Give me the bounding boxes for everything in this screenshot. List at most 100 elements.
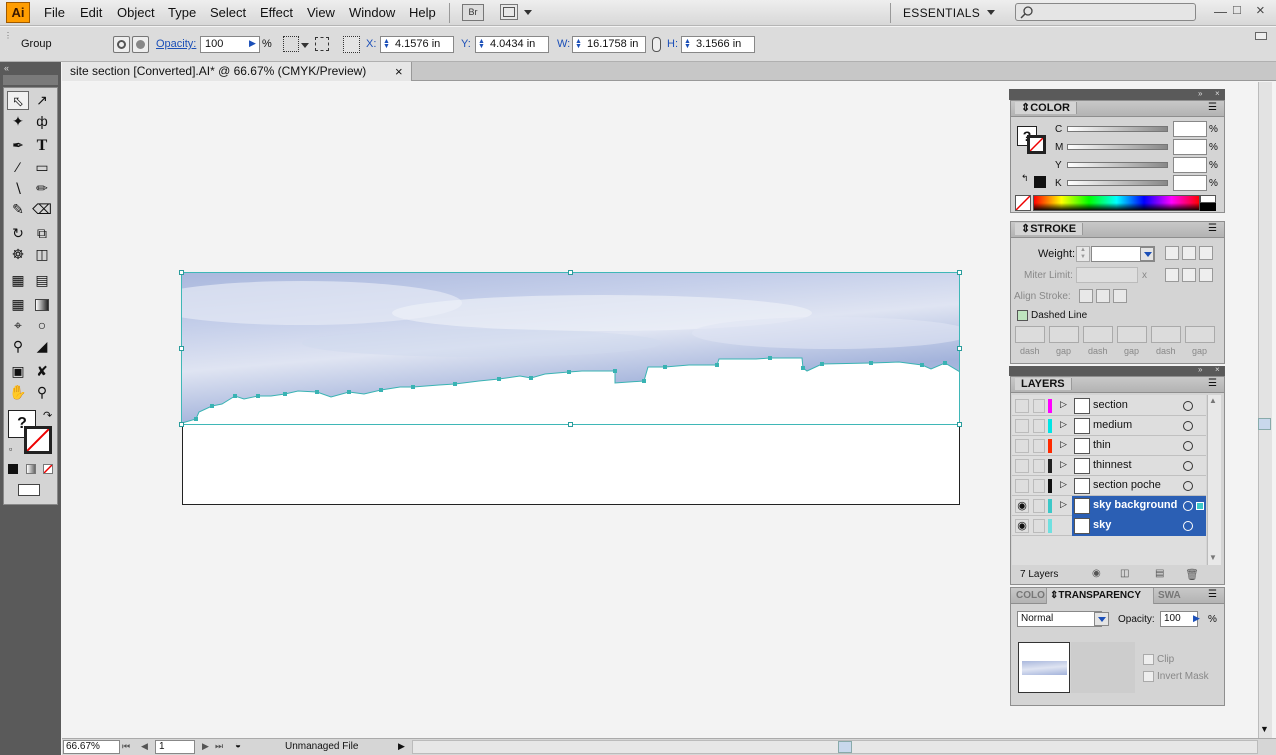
live-paint-selection-tool-icon[interactable]: ◢ [31, 337, 53, 356]
align-center-button[interactable] [1079, 289, 1093, 303]
white-swatch[interactable] [1200, 195, 1216, 203]
close-icon[interactable]: × [1256, 2, 1265, 19]
color-mode-button[interactable] [8, 464, 18, 474]
workspace-switcher[interactable]: ESSENTIALS [903, 6, 980, 20]
miter-limit-field[interactable] [1076, 267, 1138, 283]
swap-fill-stroke-icon[interactable]: ↷ [43, 409, 52, 422]
direct-selection-tool-icon[interactable]: ↗ [31, 91, 53, 110]
blend-mode-select[interactable]: Normal [1017, 611, 1102, 627]
yellow-slider[interactable] [1067, 162, 1168, 168]
expand-triangle-icon[interactable]: ▷ [1060, 419, 1067, 430]
collapse-toolbox-icon[interactable]: « [4, 63, 9, 73]
gap-field[interactable] [1185, 326, 1215, 343]
visibility-toggle[interactable] [1015, 419, 1029, 433]
y-field[interactable]: ▲ ▼ 4.0434 in [475, 36, 549, 53]
selected-art-indicator[interactable] [1196, 502, 1204, 510]
free-transform-tool-icon[interactable]: ◫ [31, 245, 53, 264]
menu-select[interactable]: Select [210, 5, 246, 20]
menu-view[interactable]: View [307, 5, 335, 20]
prev-artboard-icon[interactable]: ◀ [141, 741, 148, 752]
swatches-tab[interactable]: SWA [1158, 590, 1181, 601]
expand-triangle-icon[interactable]: ▷ [1060, 399, 1067, 410]
artboard-tool-icon[interactable]: ▣ [7, 362, 29, 381]
zoom-field[interactable]: 66.67% [63, 740, 120, 754]
weight-stepper[interactable]: ▲ ▼ [1076, 246, 1090, 262]
arrange-documents-button[interactable] [500, 4, 518, 20]
lock-toggle[interactable] [1033, 419, 1045, 433]
resize-handle[interactable] [179, 422, 184, 427]
close-panels-icon[interactable]: × [1215, 365, 1220, 374]
align-inside-button[interactable] [1096, 289, 1110, 303]
cyan-field[interactable] [1173, 121, 1207, 137]
rotate-tool-icon[interactable]: ↻ [7, 224, 29, 243]
resize-handle[interactable] [957, 270, 962, 275]
target-icon[interactable] [1183, 481, 1193, 491]
weight-dropdown[interactable] [1140, 247, 1154, 261]
target-icon[interactable] [1183, 421, 1193, 431]
layer-row-sky[interactable]: ◉ sky [1012, 516, 1206, 536]
magic-wand-tool-icon[interactable]: ✦ [7, 112, 29, 131]
next-artboard-icon[interactable]: ▶ [202, 741, 209, 752]
clip-checkbox[interactable] [1143, 654, 1154, 665]
menu-help[interactable]: Help [409, 5, 436, 20]
lasso-tool-icon[interactable]: ф [31, 112, 53, 131]
blend-tool-icon[interactable]: ○ [31, 316, 53, 335]
warp-tool-icon[interactable]: ☸ [7, 245, 29, 264]
reference-point-icon[interactable] [283, 36, 299, 52]
visibility-toggle[interactable] [1015, 479, 1029, 493]
cyan-slider[interactable] [1067, 126, 1168, 132]
magenta-slider[interactable] [1067, 144, 1168, 150]
resize-handle[interactable] [179, 346, 184, 351]
butt-cap-button[interactable] [1165, 246, 1179, 260]
target-icon[interactable] [1183, 501, 1193, 511]
round-join-button[interactable] [1182, 268, 1196, 282]
layer-row-sky-background[interactable]: ◉ ▷ sky background [1012, 496, 1206, 516]
none-mode-button[interactable] [43, 464, 53, 474]
lock-toggle[interactable] [1033, 439, 1045, 453]
layer-row-thinnest[interactable]: ▷ thinnest [1012, 456, 1206, 476]
artboard-field[interactable]: 1 [155, 740, 195, 754]
layer-row-medium[interactable]: ▷ medium [1012, 416, 1206, 436]
blend-mode-dropdown[interactable] [1094, 612, 1109, 626]
lock-toggle[interactable] [1033, 479, 1045, 493]
black-field[interactable] [1173, 175, 1207, 191]
dash-field[interactable] [1151, 326, 1181, 343]
lock-toggle[interactable] [1033, 399, 1045, 413]
menu-effect[interactable]: Effect [260, 5, 293, 20]
invert-mask-checkbox[interactable] [1143, 671, 1154, 682]
h-field[interactable]: ▲ ▼ 3.1566 in [681, 36, 755, 53]
none-color-button[interactable] [1015, 195, 1031, 211]
round-cap-button[interactable] [1182, 246, 1196, 260]
miter-join-button[interactable] [1165, 268, 1179, 282]
gradient-tool-icon[interactable] [31, 295, 53, 314]
resize-handle[interactable] [568, 422, 573, 427]
dash-field[interactable] [1083, 326, 1113, 343]
bridge-button[interactable]: Br [462, 4, 484, 21]
dashed-line-checkbox[interactable] [1017, 310, 1028, 321]
resize-handle[interactable] [957, 346, 962, 351]
visibility-toggle[interactable] [1015, 439, 1029, 453]
target-icon[interactable] [1183, 441, 1193, 451]
target-icon[interactable] [1183, 401, 1193, 411]
layers-panel-menu-icon[interactable]: ☰ [1208, 378, 1217, 389]
object-thumbnail[interactable] [1018, 642, 1070, 693]
pen-tool-icon[interactable]: ✒ [7, 136, 29, 155]
w-field[interactable]: ▲ ▼ 16.1758 in [572, 36, 646, 53]
pencil-tool-icon[interactable]: ✏ [31, 179, 53, 198]
target-icon[interactable] [1183, 461, 1193, 471]
color-tab[interactable]: COLO [1016, 590, 1045, 601]
close-tab-icon[interactable]: × [395, 64, 403, 79]
mesh-tool-icon[interactable]: ▦ [7, 295, 29, 314]
eye-icon[interactable]: ◉ [1015, 519, 1029, 533]
menu-type[interactable]: Type [168, 5, 196, 20]
toolbox-grip[interactable] [3, 75, 58, 85]
live-paint-bucket-tool-icon[interactable]: ⚲ [7, 337, 29, 356]
dash-field[interactable] [1015, 326, 1045, 343]
transform-icon[interactable] [315, 37, 329, 51]
hand-tool-icon[interactable]: ✋ [7, 383, 29, 402]
symbol-sprayer-tool-icon[interactable]: ▦ [7, 271, 29, 290]
gap-field[interactable] [1049, 326, 1079, 343]
vertical-scrollbar[interactable] [1258, 82, 1272, 738]
expand-triangle-icon[interactable]: ▷ [1060, 439, 1067, 450]
eyedropper-tool-icon[interactable]: ⌖ [7, 316, 29, 335]
